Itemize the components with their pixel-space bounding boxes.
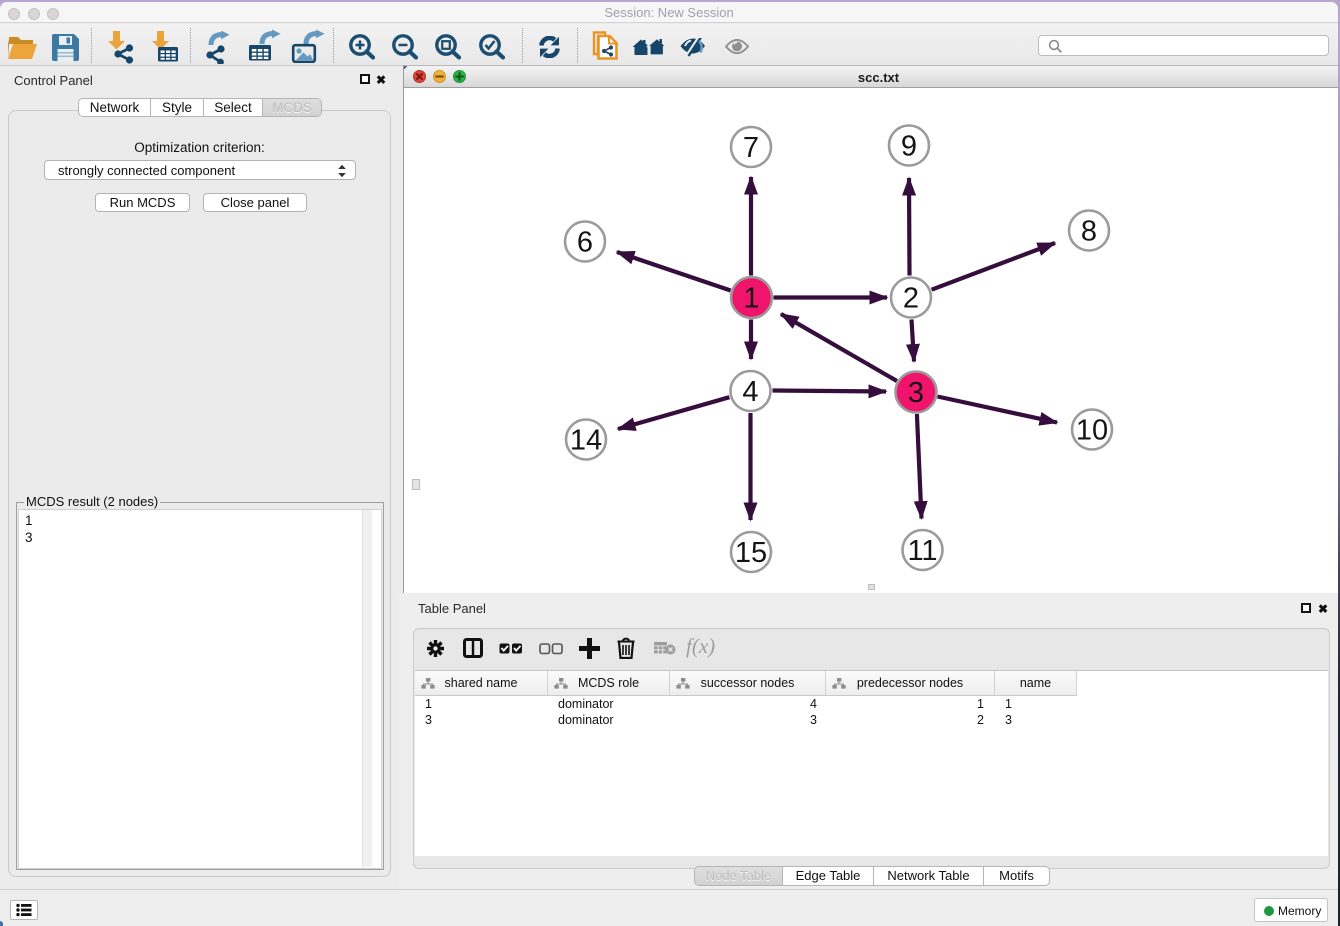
- svg-text:9: 9: [901, 130, 917, 162]
- svg-text:2: 2: [903, 282, 919, 314]
- svg-text:14: 14: [570, 424, 602, 456]
- svg-text:8: 8: [1081, 215, 1097, 247]
- svg-text:15: 15: [735, 537, 767, 569]
- svg-text:4: 4: [742, 376, 758, 408]
- svg-text:6: 6: [577, 226, 593, 258]
- svg-text:1: 1: [743, 282, 759, 314]
- svg-text:7: 7: [743, 132, 759, 164]
- svg-text:11: 11: [907, 535, 937, 567]
- svg-text:3: 3: [908, 377, 924, 409]
- svg-text:10: 10: [1076, 414, 1108, 446]
